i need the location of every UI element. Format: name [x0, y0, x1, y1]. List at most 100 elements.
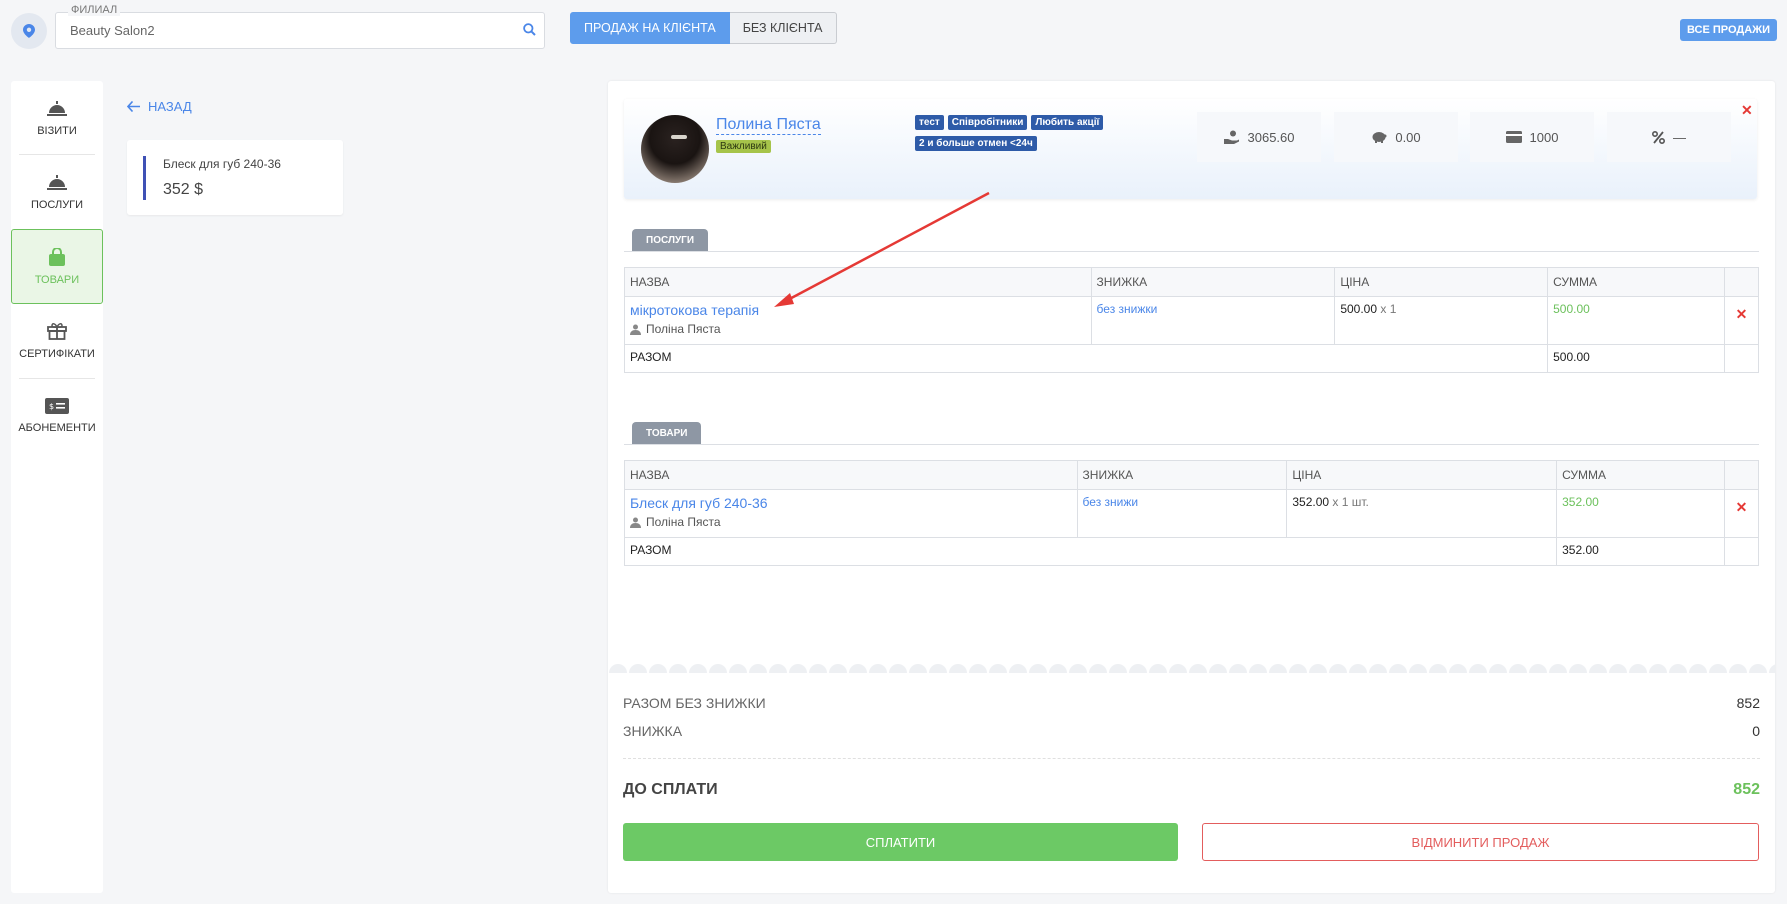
client-tag: тест [915, 115, 944, 130]
divider [623, 758, 1760, 759]
ticket-icon: $ [45, 397, 69, 414]
stat-value: 0.00 [1395, 129, 1421, 145]
sale-without-client-button[interactable]: БЕЗ КЛІЄНТА [729, 12, 837, 44]
nav-label: СЕРТИФІКАТИ [19, 347, 95, 360]
client-name-link[interactable]: Полина Пяста [716, 116, 821, 135]
nav-label: АБОНЕМЕНТИ [18, 421, 96, 434]
credit-card-icon [1505, 131, 1522, 143]
client-tags: тест Співробітники Любить акції 2 и больше … [915, 113, 1115, 155]
total-row: РАЗОМ 352.00 [623, 537, 1760, 566]
to-pay-label: ДО СПЛАТИ [623, 781, 718, 798]
all-sales-button[interactable]: ВСЕ ПРОДАЖИ [1680, 19, 1777, 41]
gift-icon [47, 322, 67, 340]
total-row: РАЗОМ 500.00 [623, 344, 1760, 373]
piggy-bank-icon [1372, 132, 1387, 143]
column-header: ЦІНА [1334, 267, 1549, 297]
client-tag: 2 и больше отмен <24ч [915, 136, 1037, 151]
back-label: НАЗАД [148, 99, 192, 114]
nav-item-products[interactable]: ТОВАРИ [11, 229, 103, 304]
discount-link[interactable]: без знижи [1083, 495, 1139, 509]
shopping-bag-icon [49, 247, 65, 266]
subtotal-row: РАЗОМ БЕЗ ЗНИЖКИ 852 [623, 695, 1760, 711]
column-header: СУММА [1556, 460, 1725, 490]
subtotal-value: 852 [1736, 695, 1760, 711]
receipt-edge [608, 661, 1775, 673]
cancel-sale-button[interactable]: ВІДМИНИТИ ПРОДАЖ [1202, 823, 1759, 861]
branch-select[interactable]: ФИЛИАЛ Beauty Salon2 [55, 4, 545, 49]
tab-products: ТОВАРИ [632, 422, 702, 444]
user-icon [630, 324, 641, 335]
to-pay-row: ДО СПЛАТИ 852 [623, 781, 1760, 799]
employee-name: Поліна Пяста [646, 322, 721, 336]
table-row: мікротокова терапія Поліна Пяста без зни… [624, 296, 1760, 345]
nav-item-services[interactable]: ПОСЛУГИ [11, 155, 103, 230]
product-card[interactable]: Блеск для губ 240-36 352 $ [127, 140, 343, 215]
avatar [641, 115, 709, 183]
sale-to-client-button[interactable]: ПРОДАЖ НА КЛІЄНТА [570, 12, 730, 44]
stat-card-balance: 1000 [1470, 112, 1594, 162]
discount-row: ЗНИЖКА 0 [623, 723, 1760, 739]
back-link[interactable]: НАЗАД [127, 99, 192, 114]
location-button[interactable] [11, 13, 47, 49]
sum-value: 352.00 [1562, 495, 1599, 509]
svg-text:$: $ [49, 402, 54, 411]
table-row: Блеск для губ 240-36 Поліна Пяста без зн… [624, 489, 1760, 538]
discount-link[interactable]: без знижки [1097, 302, 1158, 316]
branch-label: ФИЛИАЛ [68, 4, 121, 16]
service-name-link[interactable]: мікротокова терапія [630, 302, 1086, 318]
column-header: НАЗВА [624, 267, 1092, 297]
client-header: Полина Пяста Важливий тест Співробітники Л… [624, 99, 1757, 199]
total-value: 500.00 [1547, 344, 1725, 373]
branch-value: Beauty Salon2 [70, 23, 155, 38]
products-table: НАЗВА ЗНИЖКА ЦІНА СУММА Блеск для губ 24… [623, 460, 1760, 566]
stat-deposit: 3065.60 [1197, 112, 1321, 162]
stat-savings: 0.00 [1334, 112, 1458, 162]
nav-label: ВІЗИТИ [37, 124, 77, 137]
nav-item-visits[interactable]: ВІЗИТИ [11, 81, 103, 156]
subtotal-label: РАЗОМ БЕЗ ЗНИЖКИ [623, 695, 766, 711]
left-nav: ВІЗИТИ ПОСЛУГИ ТОВАРИ СЕРТИФІКАТИ $ АБОН… [11, 81, 103, 893]
delete-icon[interactable]: ✕ [1730, 499, 1753, 516]
pay-button[interactable]: СПЛАТИТИ [623, 823, 1178, 861]
nav-item-certificates[interactable]: СЕРТИФІКАТИ [11, 303, 103, 378]
user-icon [630, 517, 641, 528]
column-header: ЗНИЖКА [1076, 460, 1288, 490]
sum-value: 500.00 [1553, 302, 1590, 316]
divider [624, 444, 1759, 445]
hand-coin-icon [1223, 130, 1239, 144]
product-card-accent [143, 156, 146, 200]
quantity: x 1 [1380, 302, 1397, 316]
nav-item-subscriptions[interactable]: $ АБОНЕМЕНТИ [11, 378, 103, 453]
total-label: РАЗОМ [623, 537, 1558, 566]
product-name-link[interactable]: Блеск для губ 240-36 [630, 495, 1072, 511]
stat-value: 3065.60 [1247, 129, 1295, 145]
discount-value: 0 [1752, 723, 1760, 739]
column-header: ЦІНА [1286, 460, 1558, 490]
column-header: СУММА [1547, 267, 1725, 297]
sale-panel: Полина Пяста Важливий тест Співробітники Л… [608, 81, 1775, 893]
employee: Поліна Пяста [630, 515, 1072, 529]
stat-value: — [1673, 129, 1686, 145]
service-bell-icon [47, 100, 67, 116]
to-pay-value: 852 [1733, 781, 1760, 798]
column-header: НАЗВА [624, 460, 1078, 490]
sale-mode-toggle: ПРОДАЖ НА КЛІЄНТА БЕЗ КЛІЄНТА [570, 12, 837, 44]
percent-icon [1652, 130, 1665, 144]
column-header: ЗНИЖКА [1090, 267, 1336, 297]
employee: Поліна Пяста [630, 322, 1086, 336]
quantity: x 1 шт. [1332, 495, 1369, 509]
delete-icon[interactable]: ✕ [1730, 306, 1753, 323]
product-price: 352 $ [163, 181, 204, 198]
tab-services: ПОСЛУГИ [632, 229, 709, 251]
discount-label: ЗНИЖКА [623, 723, 683, 739]
close-client-icon[interactable]: ✕ [1741, 102, 1753, 119]
total-label: РАЗОМ [623, 344, 1549, 373]
stat-discount: — [1607, 112, 1731, 162]
search-icon[interactable] [523, 23, 536, 39]
price-value: 352.00 [1292, 495, 1330, 509]
map-pin-icon [23, 24, 35, 38]
column-header [1723, 460, 1760, 490]
client-tag: Любить акції [1031, 115, 1104, 130]
column-header [1723, 267, 1760, 297]
divider [624, 251, 1759, 252]
